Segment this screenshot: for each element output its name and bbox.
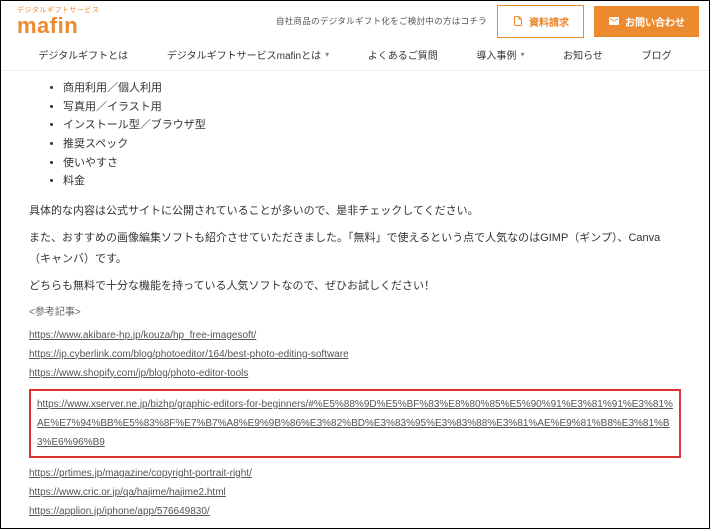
chevron-down-icon: ▾ [520, 50, 524, 59]
reference-link[interactable]: https://www.akibare-hp.jp/kouza/hp_free-… [29, 326, 681, 345]
paragraph: 具体的な内容は公式サイトに公開されていることが多いので、是非チェックしてください… [29, 201, 681, 222]
reference-link[interactable]: https://applion.jp/iphone/app/576649830/ [29, 502, 681, 521]
paragraph: どちらも無料で十分な機能を持っている人気ソフトなので、ぜひお試しください！ [29, 276, 681, 297]
paragraph: また、おすすめの画像編集ソフトも紹介させていただきました。「無料」で使えるという… [29, 228, 681, 270]
header: デジタルギフトサービス mafin 自社商品のデジタルギフト化をご検討中の方はコ… [1, 1, 709, 37]
article-content: 商用利用／個人利用 写真用／イラスト用 インストール型／ブラウザ型 推奨スペック… [1, 71, 709, 531]
document-icon [512, 15, 524, 27]
list-item: 料金 [63, 172, 681, 191]
nav-gift-about[interactable]: デジタルギフトとは [38, 47, 128, 62]
contact-label: お問い合わせ [625, 14, 685, 29]
chevron-down-icon: ▾ [325, 50, 329, 59]
nav-cases[interactable]: 導入事例▾ [476, 47, 524, 62]
nav: デジタルギフトとは デジタルギフトサービスmafinとは▾ よくあるご質問 導入… [1, 37, 709, 71]
request-docs-label: 資料請求 [529, 14, 569, 29]
nav-mafin-about[interactable]: デジタルギフトサービスmafinとは▾ [167, 47, 329, 62]
list-item: 推奨スペック [63, 135, 681, 154]
reference-link[interactable]: https://www.cric.or.jp/qa/hajime/hajime2… [29, 483, 681, 502]
brand-logo: mafin [17, 15, 99, 37]
contact-button[interactable]: お問い合わせ [594, 6, 699, 37]
nav-faq[interactable]: よくあるご質問 [368, 47, 438, 62]
cta-text: 自社商品のデジタルギフト化をご検討中の方はコチラ [276, 15, 487, 27]
mail-icon [608, 15, 620, 27]
reference-link[interactable]: https://jp.cyberlink.com/blog/photoedito… [29, 345, 681, 364]
list-item: 商用利用／個人利用 [63, 79, 681, 98]
highlighted-reference: https://www.xserver.ne.jp/bizhp/graphic-… [29, 389, 681, 458]
reference-link[interactable]: https://www.xserver.ne.jp/bizhp/graphic-… [37, 395, 673, 452]
brand[interactable]: デジタルギフトサービス mafin [17, 5, 99, 37]
nav-news[interactable]: お知らせ [563, 47, 603, 62]
list-item: 写真用／イラスト用 [63, 98, 681, 117]
nav-blog[interactable]: ブログ [642, 47, 672, 62]
bullet-list: 商用利用／個人利用 写真用／イラスト用 インストール型／ブラウザ型 推奨スペック… [29, 79, 681, 191]
list-item: インストール型／ブラウザ型 [63, 116, 681, 135]
reference-list: https://www.akibare-hp.jp/kouza/hp_free-… [29, 326, 681, 521]
header-right: 自社商品のデジタルギフト化をご検討中の方はコチラ 資料請求 お問い合わせ [276, 5, 699, 38]
reference-link[interactable]: https://prtimes.jp/magazine/copyright-po… [29, 464, 681, 483]
list-item: 使いやすさ [63, 154, 681, 173]
reference-heading: <参考記事> [29, 303, 681, 322]
request-docs-button[interactable]: 資料請求 [497, 5, 584, 38]
reference-link[interactable]: https://www.shopify.com/jp/blog/photo-ed… [29, 364, 681, 383]
